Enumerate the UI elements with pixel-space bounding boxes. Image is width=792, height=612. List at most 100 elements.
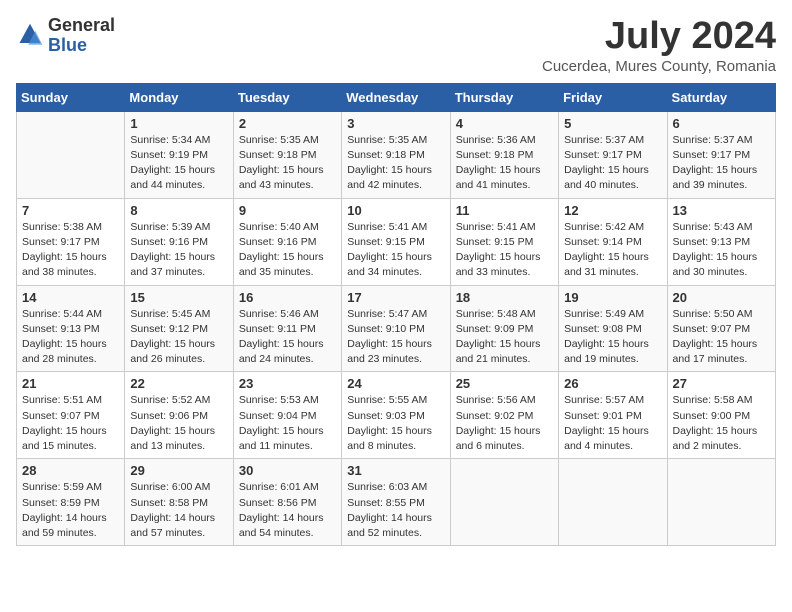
calendar-cell: 17Sunrise: 5:47 AMSunset: 9:10 PMDayligh… bbox=[342, 285, 450, 372]
calendar-cell bbox=[667, 459, 775, 546]
calendar-cell: 30Sunrise: 6:01 AMSunset: 8:56 PMDayligh… bbox=[233, 459, 341, 546]
calendar-cell: 4 Sunrise: 5:36 AMSunset: 9:18 PMDaylight… bbox=[450, 111, 558, 198]
day-info: Sunrise: 5:37 AMSunset: 9:17 PMDaylight:… bbox=[564, 133, 661, 194]
calendar-cell bbox=[559, 459, 667, 546]
day-number: 12 bbox=[564, 203, 661, 218]
calendar-header-row: SundayMondayTuesdayWednesdayThursdayFrid… bbox=[17, 83, 776, 111]
calendar-cell: 12 Sunrise: 5:42 AMSunset: 9:14 PMDayligh… bbox=[559, 198, 667, 285]
calendar-cell: 23 Sunrise: 5:53 AMSunset: 9:04 PMDayligh… bbox=[233, 372, 341, 459]
day-info: Sunrise: 6:03 AMSunset: 8:55 PMDaylight:… bbox=[347, 480, 444, 541]
day-info: Sunrise: 5:45 AMSunset: 9:12 PMDaylight:… bbox=[130, 307, 227, 368]
day-number: 20 bbox=[673, 290, 770, 305]
calendar-cell: 26 Sunrise: 5:57 AMSunset: 9:01 PMDayligh… bbox=[559, 372, 667, 459]
day-info: Sunrise: 5:58 AMSunset: 9:00 PMDaylight:… bbox=[673, 393, 770, 454]
calendar-cell: 25 Sunrise: 5:56 AMSunset: 9:02 PMDayligh… bbox=[450, 372, 558, 459]
day-number: 15 bbox=[130, 290, 227, 305]
calendar-cell: 18 Sunrise: 5:48 AMSunset: 9:09 PMDayligh… bbox=[450, 285, 558, 372]
day-info: Sunrise: 5:41 AMSunset: 9:15 PMDaylight:… bbox=[347, 220, 444, 281]
day-number: 25 bbox=[456, 376, 553, 391]
calendar-cell: 21 Sunrise: 5:51 AMSunset: 9:07 PMDayligh… bbox=[17, 372, 125, 459]
day-number: 29 bbox=[130, 463, 227, 478]
day-number: 30 bbox=[239, 463, 336, 478]
logo-icon bbox=[16, 22, 44, 50]
day-number: 14 bbox=[22, 290, 119, 305]
day-number: 18 bbox=[456, 290, 553, 305]
day-number: 7 bbox=[22, 203, 119, 218]
day-info: Sunrise: 5:56 AMSunset: 9:02 PMDaylight:… bbox=[456, 393, 553, 454]
day-number: 23 bbox=[239, 376, 336, 391]
day-number: 28 bbox=[22, 463, 119, 478]
column-header-saturday: Saturday bbox=[667, 83, 775, 111]
calendar-cell: 11Sunrise: 5:41 AMSunset: 9:15 PMDayligh… bbox=[450, 198, 558, 285]
day-number: 4 bbox=[456, 116, 553, 131]
column-header-tuesday: Tuesday bbox=[233, 83, 341, 111]
day-info: Sunrise: 5:59 AMSunset: 8:59 PMDaylight:… bbox=[22, 480, 119, 541]
day-number: 31 bbox=[347, 463, 444, 478]
day-info: Sunrise: 5:46 AMSunset: 9:11 PMDaylight:… bbox=[239, 307, 336, 368]
page-header: General Blue July 2024 Cucerdea, Mures C… bbox=[16, 16, 776, 75]
day-info: Sunrise: 5:55 AMSunset: 9:03 PMDaylight:… bbox=[347, 393, 444, 454]
calendar-cell: 19 Sunrise: 5:49 AMSunset: 9:08 PMDayligh… bbox=[559, 285, 667, 372]
calendar-cell: 6 Sunrise: 5:37 AMSunset: 9:17 PMDaylight… bbox=[667, 111, 775, 198]
calendar-cell: 20 Sunrise: 5:50 AMSunset: 9:07 PMDayligh… bbox=[667, 285, 775, 372]
calendar-cell: 7 Sunrise: 5:38 AMSunset: 9:17 PMDaylight… bbox=[17, 198, 125, 285]
day-info: Sunrise: 5:35 AMSunset: 9:18 PMDaylight:… bbox=[347, 133, 444, 194]
calendar-cell: 3 Sunrise: 5:35 AMSunset: 9:18 PMDaylight… bbox=[342, 111, 450, 198]
calendar-cell bbox=[450, 459, 558, 546]
logo-text: General Blue bbox=[48, 16, 115, 56]
calendar-cell: 15 Sunrise: 5:45 AMSunset: 9:12 PMDayligh… bbox=[125, 285, 233, 372]
day-number: 13 bbox=[673, 203, 770, 218]
day-info: Sunrise: 5:53 AMSunset: 9:04 PMDaylight:… bbox=[239, 393, 336, 454]
day-number: 26 bbox=[564, 376, 661, 391]
day-number: 21 bbox=[22, 376, 119, 391]
day-info: Sunrise: 5:37 AMSunset: 9:17 PMDaylight:… bbox=[673, 133, 770, 194]
calendar-cell: 22 Sunrise: 5:52 AMSunset: 9:06 PMDayligh… bbox=[125, 372, 233, 459]
day-number: 11 bbox=[456, 203, 553, 218]
day-info: Sunrise: 5:39 AMSunset: 9:16 PMDaylight:… bbox=[130, 220, 227, 281]
column-header-sunday: Sunday bbox=[17, 83, 125, 111]
calendar-week-row: 14Sunrise: 5:44 AMSunset: 9:13 PMDayligh… bbox=[17, 285, 776, 372]
day-info: Sunrise: 5:47 AMSunset: 9:10 PMDaylight:… bbox=[347, 307, 444, 368]
day-number: 22 bbox=[130, 376, 227, 391]
calendar-week-row: 21 Sunrise: 5:51 AMSunset: 9:07 PMDayligh… bbox=[17, 372, 776, 459]
calendar-table: SundayMondayTuesdayWednesdayThursdayFrid… bbox=[16, 83, 776, 546]
logo: General Blue bbox=[16, 16, 115, 56]
day-number: 8 bbox=[130, 203, 227, 218]
month-year-title: July 2024 bbox=[542, 16, 776, 58]
day-number: 27 bbox=[673, 376, 770, 391]
calendar-cell: 5 Sunrise: 5:37 AMSunset: 9:17 PMDaylight… bbox=[559, 111, 667, 198]
calendar-cell: 31 Sunrise: 6:03 AMSunset: 8:55 PMDayligh… bbox=[342, 459, 450, 546]
calendar-cell: 13 Sunrise: 5:43 AMSunset: 9:13 PMDayligh… bbox=[667, 198, 775, 285]
day-info: Sunrise: 5:42 AMSunset: 9:14 PMDaylight:… bbox=[564, 220, 661, 281]
column-header-wednesday: Wednesday bbox=[342, 83, 450, 111]
day-number: 2 bbox=[239, 116, 336, 131]
calendar-cell: 29 Sunrise: 6:00 AMSunset: 8:58 PMDayligh… bbox=[125, 459, 233, 546]
calendar-cell: 27 Sunrise: 5:58 AMSunset: 9:00 PMDayligh… bbox=[667, 372, 775, 459]
day-info: Sunrise: 5:52 AMSunset: 9:06 PMDaylight:… bbox=[130, 393, 227, 454]
day-number: 6 bbox=[673, 116, 770, 131]
logo-general: General bbox=[48, 15, 115, 35]
day-number: 9 bbox=[239, 203, 336, 218]
day-info: Sunrise: 6:00 AMSunset: 8:58 PMDaylight:… bbox=[130, 480, 227, 541]
day-info: Sunrise: 5:49 AMSunset: 9:08 PMDaylight:… bbox=[564, 307, 661, 368]
column-header-monday: Monday bbox=[125, 83, 233, 111]
day-info: Sunrise: 5:51 AMSunset: 9:07 PMDaylight:… bbox=[22, 393, 119, 454]
day-info: Sunrise: 5:36 AMSunset: 9:18 PMDaylight:… bbox=[456, 133, 553, 194]
day-info: Sunrise: 5:38 AMSunset: 9:17 PMDaylight:… bbox=[22, 220, 119, 281]
day-info: Sunrise: 5:48 AMSunset: 9:09 PMDaylight:… bbox=[456, 307, 553, 368]
calendar-cell: 28 Sunrise: 5:59 AMSunset: 8:59 PMDayligh… bbox=[17, 459, 125, 546]
day-number: 3 bbox=[347, 116, 444, 131]
calendar-cell: 1Sunrise: 5:34 AMSunset: 9:19 PMDaylight… bbox=[125, 111, 233, 198]
calendar-cell: 16Sunrise: 5:46 AMSunset: 9:11 PMDayligh… bbox=[233, 285, 341, 372]
calendar-cell: 9Sunrise: 5:40 AMSunset: 9:16 PMDaylight… bbox=[233, 198, 341, 285]
day-info: Sunrise: 5:43 AMSunset: 9:13 PMDaylight:… bbox=[673, 220, 770, 281]
logo-blue: Blue bbox=[48, 35, 87, 55]
calendar-cell: 2Sunrise: 5:35 AMSunset: 9:18 PMDaylight… bbox=[233, 111, 341, 198]
day-number: 19 bbox=[564, 290, 661, 305]
day-number: 5 bbox=[564, 116, 661, 131]
day-info: Sunrise: 5:50 AMSunset: 9:07 PMDaylight:… bbox=[673, 307, 770, 368]
day-info: Sunrise: 5:34 AMSunset: 9:19 PMDaylight:… bbox=[130, 133, 227, 194]
calendar-cell: 14Sunrise: 5:44 AMSunset: 9:13 PMDayligh… bbox=[17, 285, 125, 372]
title-block: July 2024 Cucerdea, Mures County, Romani… bbox=[542, 16, 776, 75]
day-info: Sunrise: 5:57 AMSunset: 9:01 PMDaylight:… bbox=[564, 393, 661, 454]
